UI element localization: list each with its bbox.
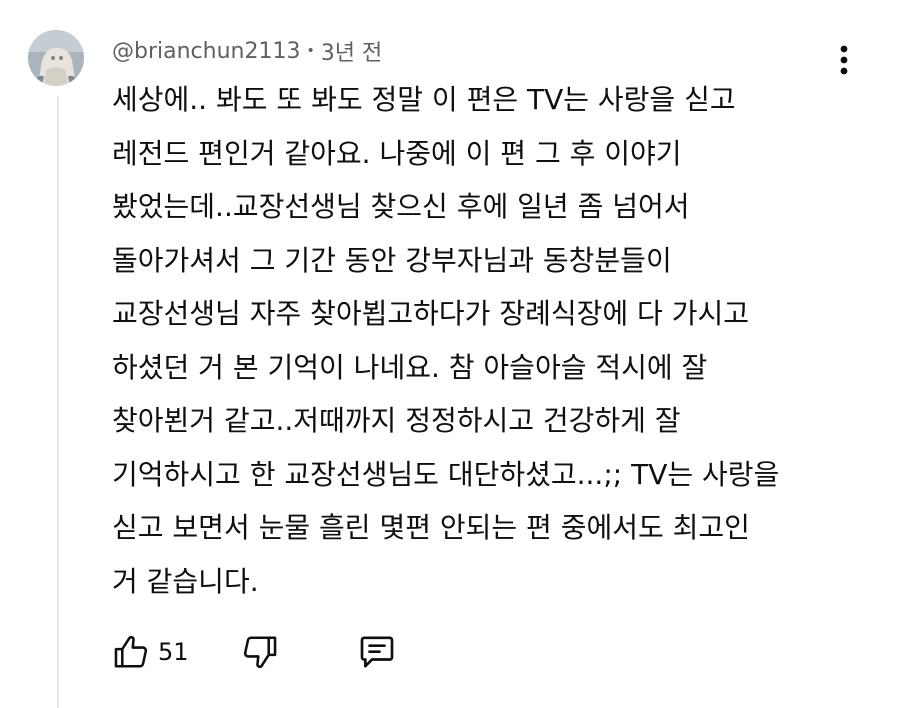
- thumbs-down-icon: [243, 636, 276, 669]
- comment-action-bar: 51: [112, 626, 397, 678]
- reply-button[interactable]: [357, 632, 397, 672]
- author-name[interactable]: @brianchun2113: [112, 39, 300, 64]
- dislike-button[interactable]: [241, 633, 279, 671]
- thumbs-up-icon: [114, 635, 148, 668]
- like-count: 51: [158, 638, 189, 666]
- meta-separator: •: [306, 43, 315, 59]
- comment-header: @brianchun2113 • 3년 전: [112, 34, 382, 68]
- avatar[interactable]: [28, 30, 84, 86]
- comment-text: 세상에.. 봐도 또 봐도 정말 이 편은 TV는 사랑을 싣고 레전드 편인거…: [112, 83, 780, 598]
- thread-line: [57, 96, 59, 708]
- like-button[interactable]: 51: [112, 633, 189, 671]
- reply-comment-icon: [360, 636, 393, 668]
- avatar-image: [28, 30, 84, 86]
- comment-time[interactable]: 3년 전: [321, 35, 382, 67]
